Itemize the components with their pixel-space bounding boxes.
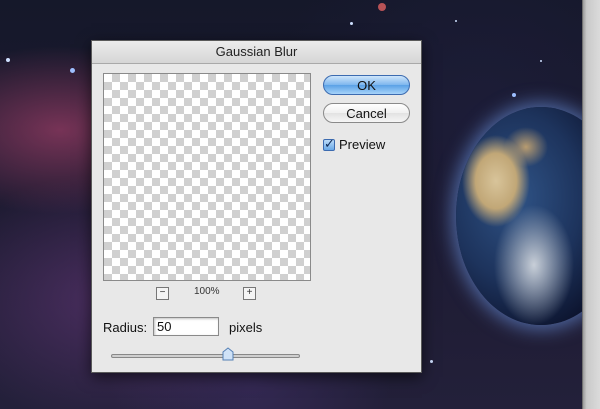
gaussian-blur-dialog: Gaussian Blur − 100% + OK Cancel ✓ Previe…: [91, 40, 422, 373]
preview-label: Preview: [339, 137, 386, 152]
radius-input[interactable]: [153, 317, 219, 336]
blur-preview-pane[interactable]: [103, 73, 311, 281]
radius-slider-thumb[interactable]: [222, 347, 234, 361]
panel-edge: [582, 0, 600, 409]
preview-checkbox[interactable]: ✓: [323, 136, 335, 151]
planet-earth-image: [456, 107, 582, 325]
dialog-title: Gaussian Blur: [92, 41, 421, 64]
radius-label: Radius:: [103, 320, 148, 335]
cancel-button[interactable]: Cancel: [323, 103, 410, 123]
radius-slider-track[interactable]: [111, 354, 300, 358]
radius-units: pixels: [229, 320, 263, 335]
zoom-level: 100%: [194, 286, 220, 297]
check-icon: ✓: [324, 136, 335, 151]
preview-option[interactable]: ✓ Preview: [323, 136, 386, 152]
zoom-out-button[interactable]: −: [156, 287, 169, 300]
zoom-in-button[interactable]: +: [243, 287, 256, 300]
ok-button[interactable]: OK: [323, 75, 410, 95]
